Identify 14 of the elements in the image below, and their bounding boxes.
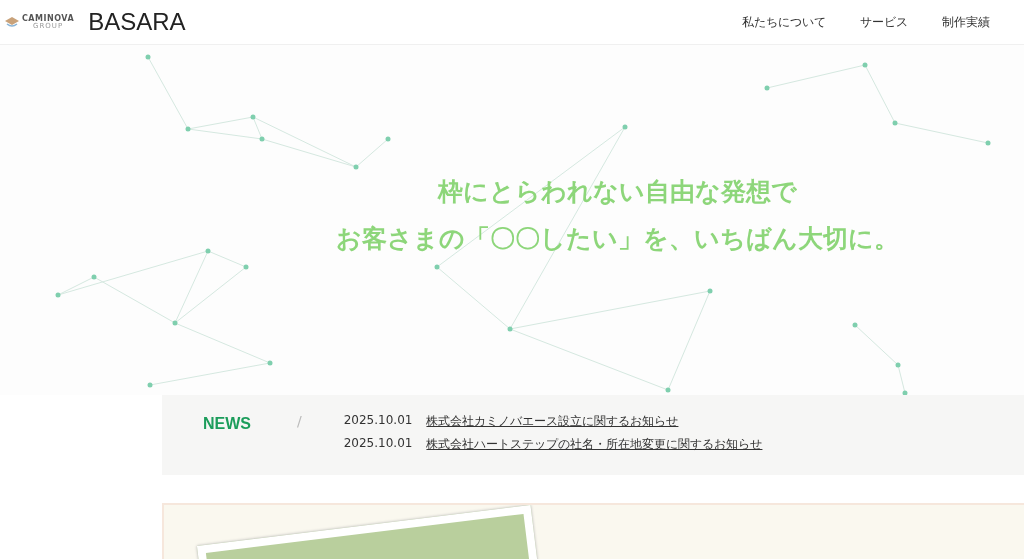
logo-icon (4, 16, 20, 28)
group-logo-text: CAMINOVA (22, 14, 75, 23)
news-date: 2025.10.01 (343, 413, 413, 429)
news-link[interactable]: 株式会社カミノバエース設立に関するお知らせ (426, 413, 679, 430)
nav-link[interactable]: 制作実績 (942, 13, 990, 31)
site-name[interactable]: BASARA (88, 8, 186, 36)
hero-headline: 枠にとらわれない自由な発想で (437, 176, 797, 208)
news-separator: / (297, 413, 302, 429)
hero-headline: お客さまの「〇〇したい」を、いちばん大切に。 (335, 223, 899, 255)
nav-link[interactable]: サービス (860, 13, 908, 31)
news-label: NEWS (203, 415, 251, 433)
news-date: 2025.10.01 (343, 436, 413, 452)
nav-link[interactable]: 私たちについて (742, 13, 826, 31)
news-link[interactable]: 株式会社ハートステップの社名・所在地変更に関するお知らせ (426, 436, 763, 453)
